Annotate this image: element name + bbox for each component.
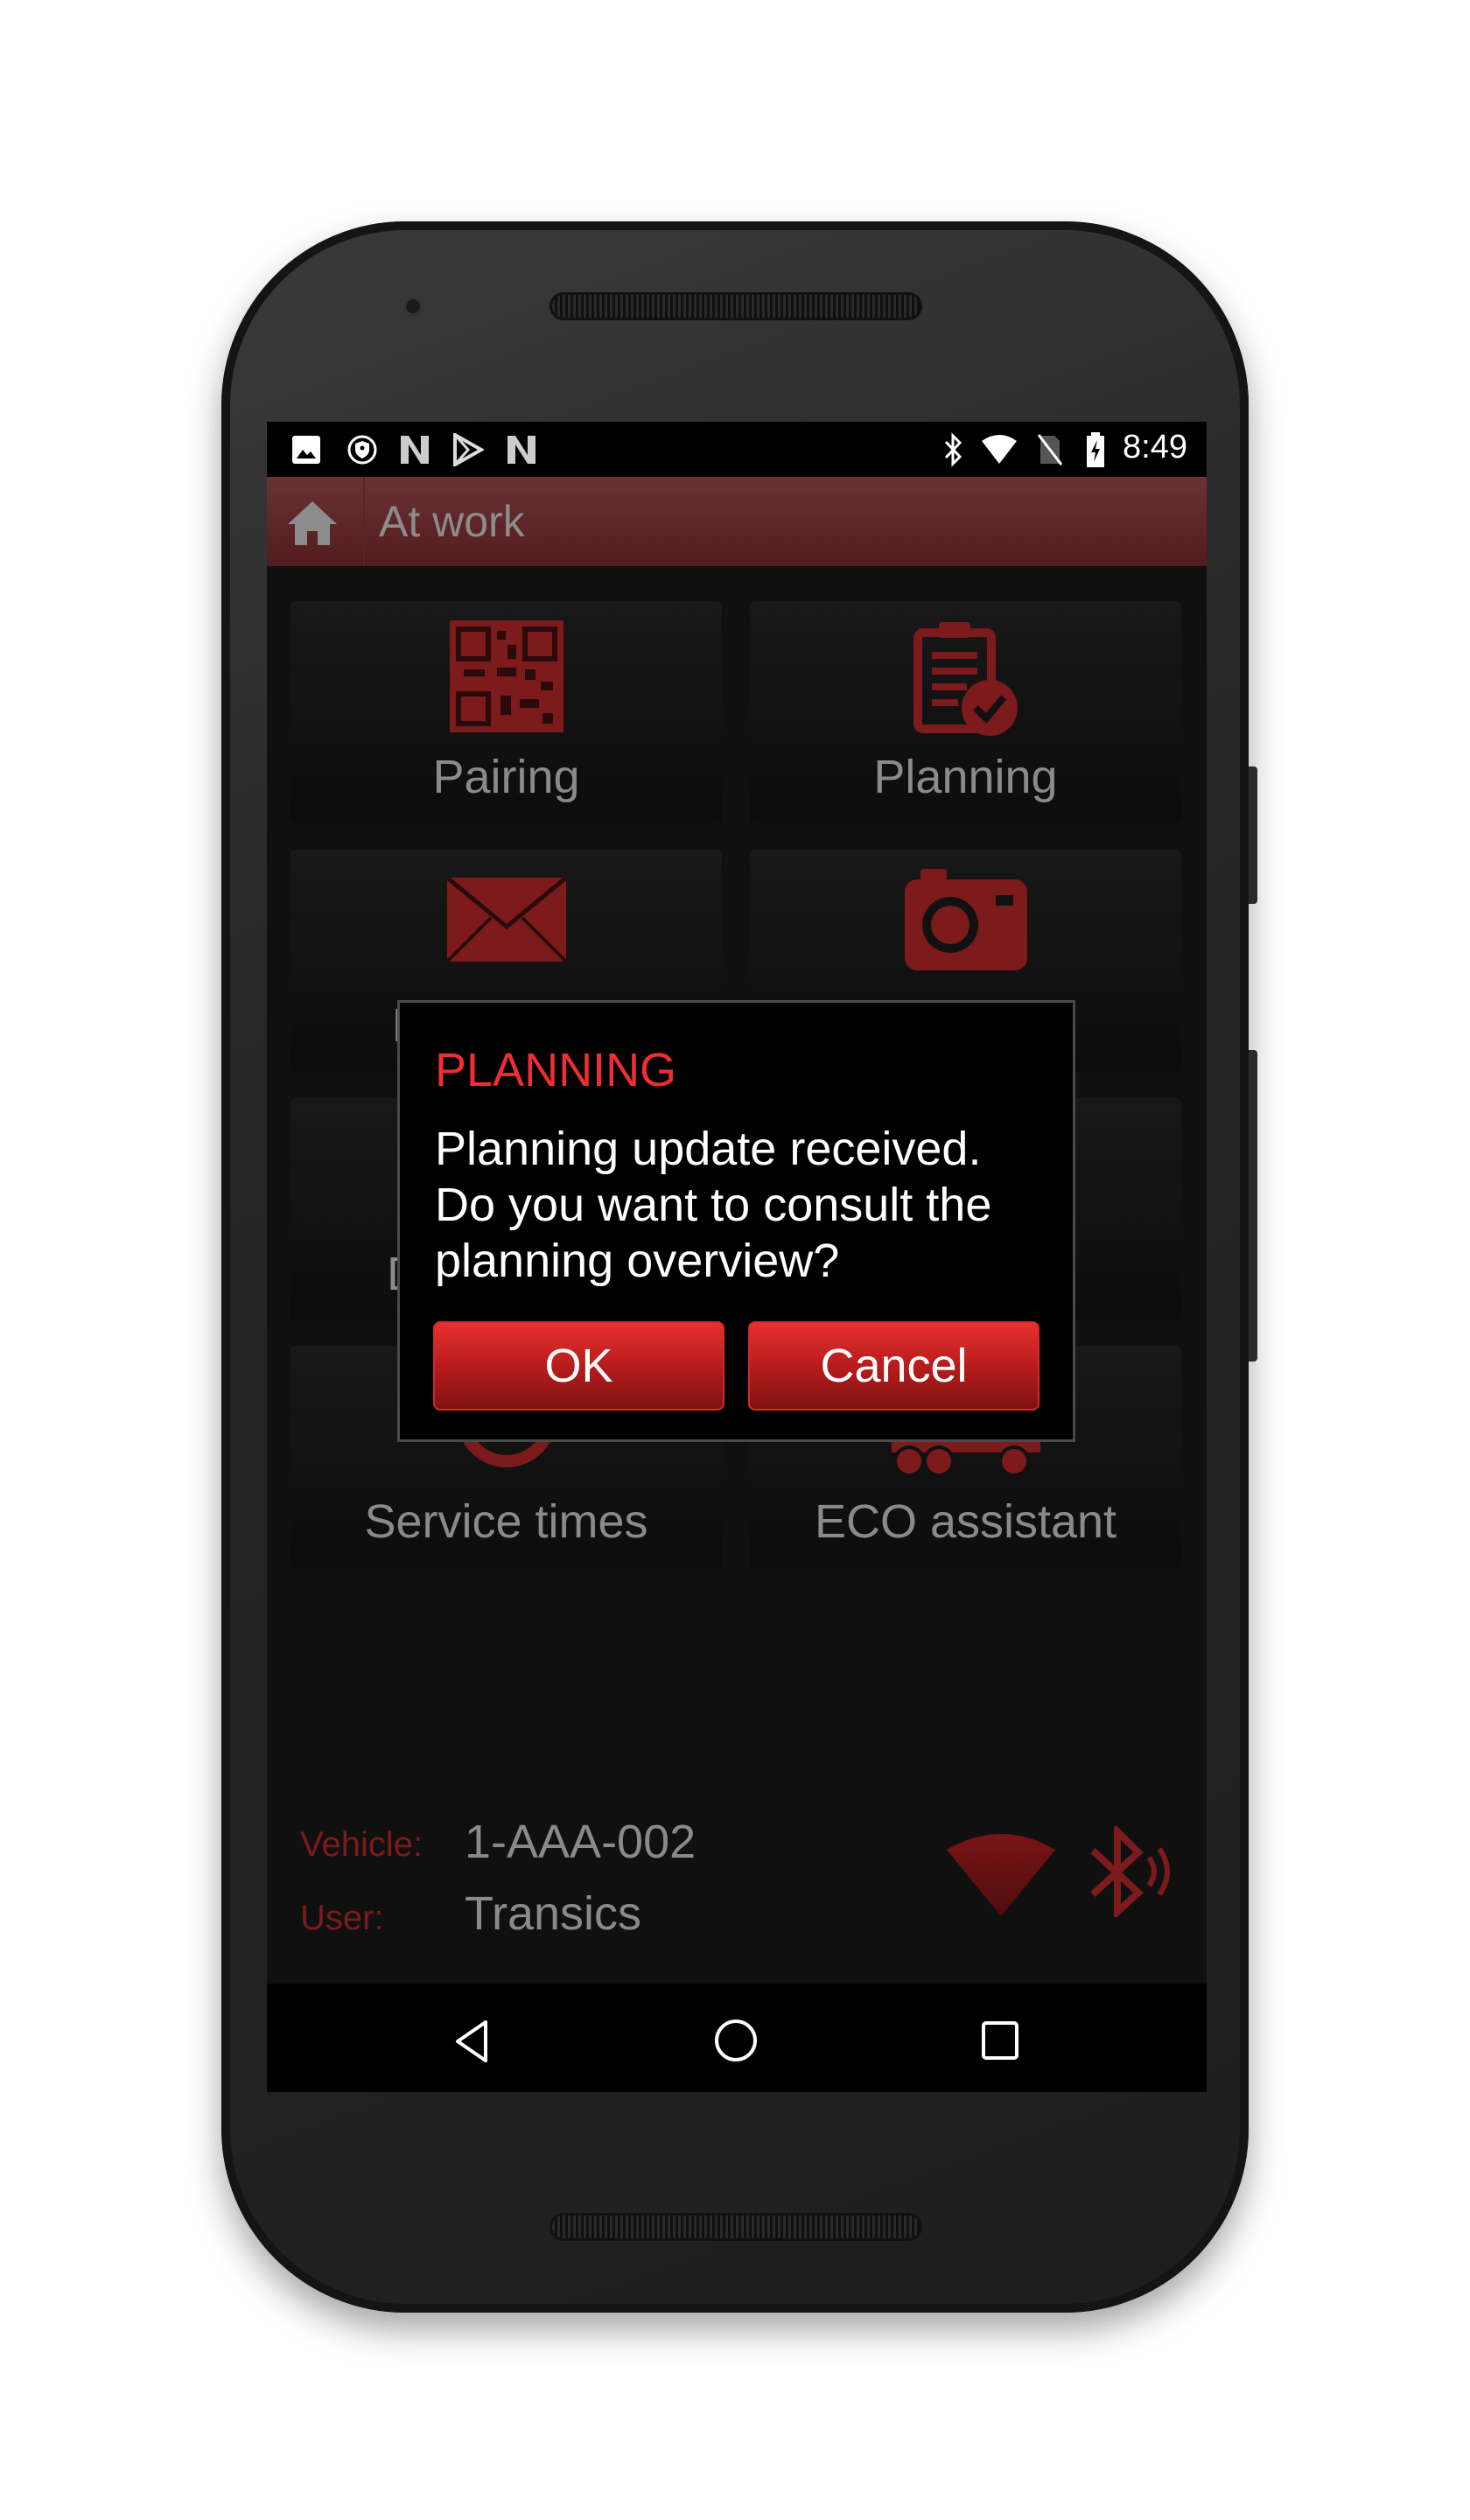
planning-dialog: PLANNING Planning update received. Do yo…: [397, 1000, 1075, 1442]
bluetooth-icon: [944, 432, 962, 467]
image-icon: [292, 436, 320, 464]
bluetooth-status-icon: [1090, 1826, 1170, 1917]
app-bar: At work: [267, 477, 1207, 566]
user-label: User:: [300, 1899, 384, 1937]
qr-code-icon: [449, 620, 564, 732]
app-title: At work: [379, 497, 525, 546]
bottom-speaker: [550, 2213, 922, 2241]
wifi-status-icon: [947, 1834, 1055, 1916]
dialog-title: PLANNING: [435, 1044, 677, 1096]
status-bar: 8:49: [267, 422, 1207, 477]
n-app-icon: [508, 436, 536, 464]
recents-icon[interactable]: [981, 2020, 1019, 2061]
camera-icon: [904, 869, 1027, 970]
tile-pairing[interactable]: Pairing: [290, 601, 722, 823]
cancel-button[interactable]: Cancel: [748, 1321, 1040, 1410]
tile-label: ECO assistant: [814, 1495, 1117, 1548]
status-time: 8:49: [1123, 429, 1187, 466]
earpiece-speaker: [550, 292, 922, 320]
envelope-icon: [446, 878, 566, 962]
vpn-shield-icon: [347, 435, 377, 465]
wifi-icon: [982, 435, 1017, 464]
n-app-icon: [401, 436, 429, 464]
tile-planning[interactable]: Planning: [750, 601, 1181, 823]
navigation-bar: [267, 1984, 1207, 2092]
user-value: Transics: [465, 1887, 642, 1940]
home-nav-icon[interactable]: [713, 2017, 759, 2064]
home-button[interactable]: [267, 477, 365, 566]
tile-label: Planning: [873, 751, 1058, 803]
tile-label: Pairing: [432, 751, 580, 803]
vehicle-value: 1-AAA-002: [465, 1816, 696, 1868]
front-camera: [403, 297, 423, 316]
no-sim-icon: [1037, 434, 1063, 466]
power-button: [1249, 766, 1257, 904]
tile-label: Service times: [364, 1495, 648, 1548]
vehicle-label: Vehicle:: [300, 1825, 424, 1864]
screen: 8:49 At work Pairing Planning Messaging: [267, 422, 1207, 2092]
battery-charging-icon: [1087, 432, 1104, 467]
volume-button: [1249, 1050, 1257, 1362]
play-store-icon: [453, 433, 484, 466]
home-icon: [288, 501, 337, 545]
dialog-message: Planning update received. Do you want to…: [435, 1123, 992, 1287]
clipboard-check-icon: [913, 622, 1018, 736]
back-icon[interactable]: [452, 2019, 491, 2064]
ok-button[interactable]: OK: [433, 1321, 724, 1410]
